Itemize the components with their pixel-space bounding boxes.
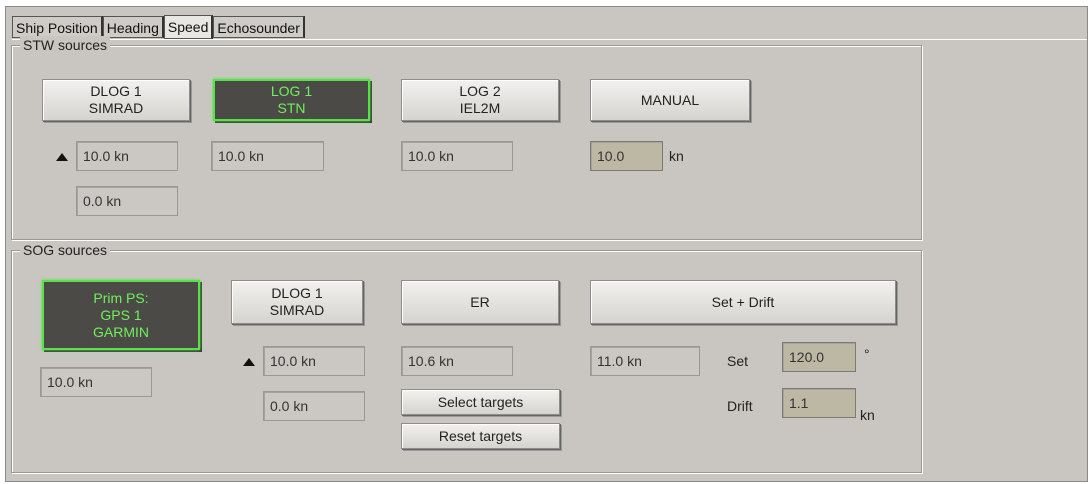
stw-dlog1-line1: DLOG 1 xyxy=(90,83,142,99)
up-arrow-icon xyxy=(56,153,68,161)
tab-divider xyxy=(12,39,1087,40)
sog-prim-line1: Prim PS: xyxy=(93,289,149,306)
tab-speed[interactable]: Speed xyxy=(163,15,214,39)
sog-prim-speed: 10.0 kn xyxy=(40,367,152,397)
stw-log1-speed: 10.0 kn xyxy=(211,141,324,171)
set-unit: ° xyxy=(864,346,870,362)
sog-er-label: ER xyxy=(470,293,490,310)
sog-prim-ps-button[interactable]: Prim PS: GPS 1 GARMIN xyxy=(42,280,200,350)
sog-set-drift-label: Set + Drift xyxy=(711,293,775,310)
stw-log2-line2: IEL2M xyxy=(459,100,501,116)
stw-log2-speed: 10.0 kn xyxy=(401,141,513,171)
sog-dlog1-line1: DLOG 1 xyxy=(271,285,323,301)
stw-dlog1-speed2: 0.0 kn xyxy=(76,186,178,216)
sog-set-drift-button[interactable]: Set + Drift xyxy=(590,280,896,324)
stw-log2-button[interactable]: LOG 2 IEL2M xyxy=(401,79,559,121)
sog-prim-line3: GARMIN xyxy=(93,323,149,340)
sog-er-speed: 10.6 kn xyxy=(401,346,513,376)
tab-heading[interactable]: Heading xyxy=(102,16,164,38)
stw-manual-button[interactable]: MANUAL xyxy=(590,79,750,121)
tab-echosounder[interactable]: Echosounder xyxy=(213,16,305,38)
set-label: Set xyxy=(727,353,749,369)
stw-group-title: STW sources xyxy=(20,36,111,54)
sog-er-button[interactable]: ER xyxy=(401,280,559,324)
sog-sources-group: SOG sources Prim PS: GPS 1 GARMIN 10.0 k… xyxy=(11,241,922,473)
stw-dlog1-button[interactable]: DLOG 1 SIMRAD xyxy=(42,79,190,121)
stw-sources-group: STW sources DLOG 1 SIMRAD LOG 1 STN LOG … xyxy=(11,36,922,240)
sog-dlog1-speed2: 0.0 kn xyxy=(263,391,365,421)
set-input[interactable]: 120.0 xyxy=(782,342,856,372)
stw-log2-line1: LOG 2 xyxy=(459,83,501,99)
sog-dlog1-button[interactable]: DLOG 1 SIMRAD xyxy=(231,280,363,324)
sog-setdrift-speed: 11.0 kn xyxy=(590,346,700,376)
reset-targets-button[interactable]: Reset targets xyxy=(401,423,560,449)
drift-label: Drift xyxy=(727,398,753,414)
drift-input[interactable]: 1.1 xyxy=(782,388,856,418)
stw-manual-label: MANUAL xyxy=(640,91,700,108)
select-targets-label: Select targets xyxy=(437,393,524,410)
stw-log1-button[interactable]: LOG 1 STN xyxy=(213,79,370,121)
sog-dlog1-line2: SIMRAD xyxy=(269,302,325,318)
stw-manual-input[interactable]: 10.0 xyxy=(590,141,663,171)
stw-log1-line1: LOG 1 xyxy=(270,83,313,99)
stw-manual-unit: kn xyxy=(669,148,684,164)
up-arrow-icon xyxy=(243,358,255,366)
reset-targets-label: Reset targets xyxy=(438,427,523,444)
stw-log1-line2: STN xyxy=(277,100,306,116)
speed-panel: Ship Position Heading Speed Echosounder … xyxy=(5,6,1088,482)
drift-unit: kn xyxy=(860,407,875,423)
sog-prim-line2: GPS 1 xyxy=(100,306,142,323)
tab-ship-position[interactable]: Ship Position xyxy=(12,16,103,38)
sog-dlog1-speed: 10.0 kn xyxy=(263,346,365,376)
select-targets-button[interactable]: Select targets xyxy=(401,389,560,415)
stw-dlog1-line2: SIMRAD xyxy=(88,100,144,116)
sog-group-title: SOG sources xyxy=(20,241,111,259)
stw-dlog1-speed: 10.0 kn xyxy=(76,141,178,171)
